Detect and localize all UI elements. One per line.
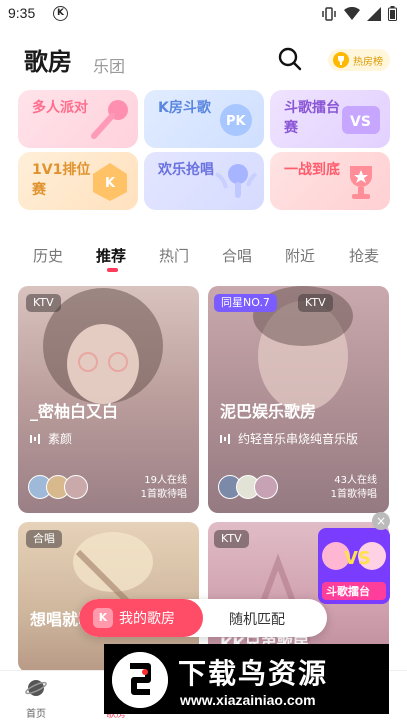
svg-text:PK: PK — [226, 114, 247, 129]
microphone-icon — [91, 100, 128, 139]
battery-icon — [388, 6, 397, 21]
online-count: 19人在线 — [144, 475, 187, 486]
watermark-banner: 下载鸟资源 www.xiazainiao.com — [104, 644, 389, 714]
status-time: 9:35 — [8, 5, 36, 21]
tile-1v1-ranked[interactable]: 1V1排位赛 K — [18, 152, 138, 210]
promo-label: 斗歌擂台 — [326, 585, 370, 598]
tab-bar: 历史 推荐 热门 合唱 附近 抢麦 — [0, 238, 407, 276]
svg-text:K: K — [105, 176, 116, 191]
tile-battle-arena[interactable]: 斗歌擂台赛 VS — [270, 90, 390, 148]
signal-icon — [367, 6, 381, 21]
k-app-icon: K — [53, 6, 68, 21]
song-name: 约轻音乐串烧纯音乐版 — [238, 432, 359, 446]
tile-party[interactable]: 多人派对 — [18, 90, 138, 148]
star-badge: 同星NO.7 — [214, 294, 277, 312]
rank-label: 热房榜 — [353, 56, 383, 68]
room-title: 泥巴娱乐歌房 — [220, 402, 317, 421]
songs-waiting: 1首歌待唱 — [330, 489, 377, 500]
room-card[interactable]: KTV _密柚白又白 素颜 19人在线 1首歌待唱 — [18, 286, 199, 513]
k-logo-icon: K — [93, 608, 113, 628]
my-room-label: 我的歌房 — [119, 611, 175, 627]
songs-waiting: 1首歌待唱 — [140, 489, 187, 500]
tile-label: 欢乐抢唱 — [158, 162, 214, 178]
room-card[interactable]: 同星NO.7 KTV 泥巴娱乐歌房 约轻音乐串烧纯音乐版 43人在线 1首歌待唱 — [208, 286, 389, 513]
header: 歌房 乐团 热房榜 — [0, 36, 407, 86]
medal-icon: K — [93, 163, 127, 201]
status-bar: 9:35 K — [0, 0, 407, 28]
sound-wave-icon — [220, 433, 230, 444]
tile-label: 一战到底 — [284, 162, 340, 178]
tab-band[interactable]: 乐团 — [93, 53, 125, 77]
card-tag: KTV — [298, 294, 333, 312]
card-tag: KTV — [26, 294, 61, 312]
room-stats: 43人在线 1首歌待唱 — [331, 474, 377, 502]
avatar — [254, 475, 278, 499]
status-icons — [321, 6, 397, 21]
tile-fight-to-end[interactable]: 一战到底 — [270, 152, 390, 210]
online-count: 43人在线 — [334, 475, 377, 486]
search-icon[interactable] — [277, 46, 303, 72]
tile-k-room-battle[interactable]: K房斗歌 PK — [144, 90, 264, 148]
nav-label: 首页 — [26, 709, 46, 720]
tab-grab-mic[interactable]: 抢麦 — [349, 245, 379, 266]
tab-recommend[interactable]: 推荐 — [96, 245, 126, 266]
hot-room-rank-button[interactable]: 热房榜 — [328, 49, 390, 71]
battle-arena-promo[interactable]: VS 斗歌擂台 — [318, 528, 390, 604]
vs-tv-icon: VS — [342, 106, 380, 134]
trophy-cup-icon — [350, 166, 372, 199]
winged-mic-icon — [215, 164, 258, 198]
pk-icon: PK — [220, 104, 252, 136]
vibrate-icon — [322, 6, 336, 21]
svg-text:VS: VS — [344, 548, 371, 569]
tab-chorus[interactable]: 合唱 — [222, 245, 252, 266]
svg-text:VS: VS — [350, 114, 371, 130]
bird-logo-icon — [112, 652, 168, 708]
watermark-title: 下载鸟资源 — [178, 657, 329, 690]
avatar-group — [218, 475, 278, 499]
sound-wave-icon — [30, 433, 40, 444]
now-playing: 素颜 — [30, 430, 72, 447]
tile-label: K房斗歌 — [158, 100, 211, 116]
trophy-icon — [333, 52, 349, 68]
tile-fun-grab[interactable]: 欢乐抢唱 — [144, 152, 264, 210]
room-title: _密柚白又白 — [30, 402, 119, 421]
tab-nearby[interactable]: 附近 — [285, 245, 315, 266]
song-name: 素颜 — [48, 432, 73, 446]
nav-item-home[interactable]: 首页 — [6, 677, 66, 720]
card-tag: KTV — [214, 530, 249, 548]
tile-label: 1V1排位赛 — [32, 162, 91, 198]
room-stats: 19人在线 1首歌待唱 — [141, 474, 187, 502]
home-planet-icon — [25, 680, 47, 696]
now-playing: 约轻音乐串烧纯音乐版 — [220, 430, 358, 447]
watermark-url: www.xiazainiao.com — [180, 692, 316, 708]
tile-label: 斗歌擂台赛 — [284, 100, 340, 136]
tile-label: 多人派对 — [32, 100, 88, 116]
floating-room-bar: K 我的歌房 随机匹配 — [79, 599, 327, 637]
page-title: 歌房 — [24, 48, 72, 76]
my-room-button[interactable]: K 我的歌房 — [79, 599, 203, 637]
card-tag: 合唱 — [26, 530, 62, 548]
tab-history[interactable]: 历史 — [33, 245, 63, 266]
random-match-button[interactable]: 随机匹配 — [229, 609, 285, 629]
wifi-icon — [344, 6, 360, 20]
avatar-group — [28, 475, 88, 499]
close-icon[interactable]: × — [372, 512, 390, 530]
tab-hot[interactable]: 热门 — [159, 245, 189, 266]
avatar — [64, 475, 88, 499]
tab-indicator — [107, 268, 118, 272]
